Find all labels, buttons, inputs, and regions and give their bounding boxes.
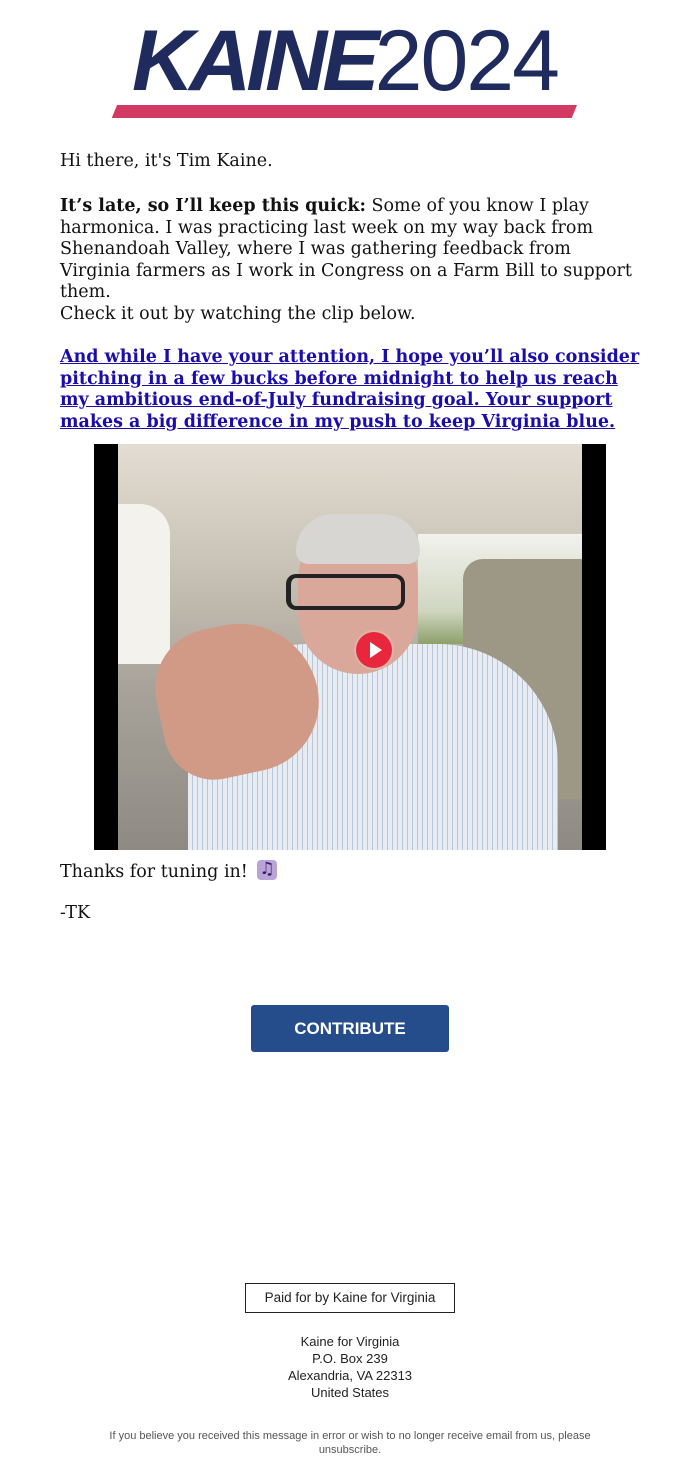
address-line-3: Alexandria, VA 22313 (287, 1368, 413, 1383)
logo-wordmark: KAINE2024 (109, 18, 581, 104)
address-line-2: P.O. Box 239 (312, 1351, 388, 1366)
play-icon[interactable] (356, 632, 392, 668)
unsubscribe-notice[interactable]: If you believe you received this message… (80, 1430, 620, 1457)
thanks-text: Thanks for tuning in! (60, 862, 248, 882)
intro-paragraph: It’s late, so I’ll keep this quick: Some… (60, 196, 640, 304)
intro-bold-text: It’s late, so I’ll keep this quick: (60, 196, 366, 216)
video-player[interactable] (94, 444, 606, 850)
address-line-4: United States (310, 1385, 390, 1400)
check-it-out-text: Check it out by watching the clip below. (60, 304, 416, 324)
video-thumbnail[interactable] (118, 444, 582, 850)
campaign-logo: KAINE2024 (109, 18, 581, 120)
donate-link[interactable]: And while I have your attention, I hope … (60, 347, 640, 433)
paid-for-disclaimer: Paid for by Kaine for Virginia (245, 1283, 455, 1313)
greeting-text: Hi there, it's Tim Kaine. (60, 151, 273, 171)
logo-year-text: 2024 (374, 13, 560, 109)
thanks-line: Thanks for tuning in! (60, 859, 640, 884)
logo-bold-text: KAINE (132, 13, 380, 109)
car-window-left (118, 504, 170, 664)
glasses-shape (286, 574, 405, 610)
contribute-button[interactable]: CONTRIBUTE (251, 1005, 449, 1052)
logo-underline-bar (111, 105, 578, 118)
hair-shape (296, 514, 420, 564)
mailing-address: Kaine for Virginia P.O. Box 239 Alexandr… (0, 1333, 700, 1401)
signoff-text: -TK (60, 903, 91, 923)
address-line-1: Kaine for Virginia (300, 1334, 400, 1349)
musical-notes-icon (257, 859, 278, 881)
